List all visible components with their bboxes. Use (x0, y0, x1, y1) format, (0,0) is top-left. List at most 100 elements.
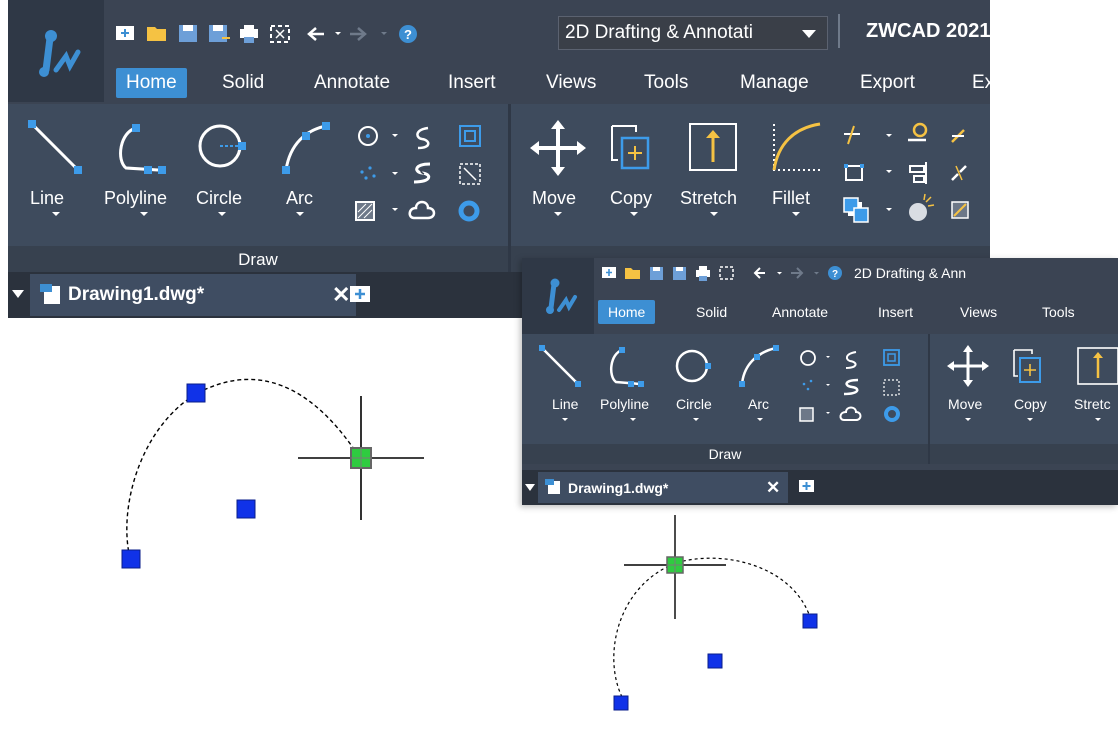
ellipse-tool-icon[interactable] (800, 350, 816, 366)
polyline-dropdown-icon[interactable] (630, 418, 636, 421)
rectangle-tool-icon[interactable] (844, 164, 864, 181)
undo-dropdown-icon[interactable] (777, 272, 782, 275)
move-tool-icon[interactable] (530, 120, 586, 176)
polyline-dropdown-icon[interactable] (140, 212, 148, 216)
tab-manage[interactable]: Manage (740, 72, 809, 94)
arc-dropdown-icon[interactable] (757, 418, 763, 421)
move-tool-label[interactable]: Move (532, 188, 576, 209)
app-logo[interactable] (522, 258, 594, 334)
save-icon[interactable] (179, 25, 197, 42)
line-tool-label[interactable]: Line (552, 396, 578, 412)
workspace-select[interactable]: 2D Drafting & Ann (850, 262, 1118, 284)
new-tab-icon[interactable] (348, 284, 376, 308)
circle-tool-label[interactable]: Circle (196, 188, 242, 209)
close-tab-icon[interactable]: ✕ (766, 478, 780, 498)
tab-list-dropdown-icon[interactable] (10, 286, 30, 306)
ellipse-tool-icon[interactable] (358, 126, 378, 146)
circle-tool-icon[interactable] (675, 349, 711, 383)
tab-tools[interactable]: Tools (1042, 304, 1075, 320)
copy-dropdown-icon[interactable] (630, 212, 638, 216)
polyline-tool-label[interactable]: Polyline (600, 396, 649, 412)
arc-tool-label[interactable]: Arc (286, 188, 313, 209)
move-tool-label[interactable]: Move (948, 396, 982, 412)
print-icon[interactable] (240, 25, 258, 43)
move-dropdown-icon[interactable] (965, 418, 971, 421)
circle-dropdown-icon[interactable] (693, 418, 699, 421)
save-icon[interactable] (650, 267, 663, 280)
ellipse-dropdown-icon[interactable] (826, 356, 830, 358)
plot-preview-icon[interactable] (719, 266, 734, 280)
tab-list-dropdown-icon[interactable] (524, 481, 538, 495)
point-dropdown-icon[interactable] (826, 384, 830, 386)
stretch-dropdown-icon[interactable] (1095, 418, 1101, 421)
tab-views[interactable]: Views (960, 304, 997, 320)
tab-solid[interactable]: Solid (222, 72, 264, 94)
fillet-tool-icon[interactable] (772, 122, 821, 171)
circle-dropdown-icon[interactable] (218, 212, 226, 216)
workspace-select[interactable]: 2D Drafting & Annotati (558, 16, 828, 50)
point-tool-icon[interactable] (360, 166, 376, 180)
circle-tool-icon[interactable] (198, 124, 246, 168)
tab-tools[interactable]: Tools (644, 72, 688, 94)
stretch-dropdown-icon[interactable] (710, 212, 718, 216)
region-tool-icon[interactable] (883, 349, 900, 366)
draw-panel-title-bar[interactable]: Draw (522, 444, 928, 464)
tab-insert[interactable]: Insert (448, 72, 496, 94)
open-folder-icon[interactable] (625, 268, 640, 279)
wipeout-tool-icon[interactable] (883, 379, 900, 396)
grip-point[interactable] (121, 549, 141, 569)
trim-dropdown-icon[interactable] (886, 134, 892, 137)
grip-point[interactable] (186, 383, 206, 403)
plot-preview-icon[interactable] (270, 25, 290, 43)
help-icon[interactable]: ? (828, 266, 842, 280)
tab-express[interactable]: Ex (972, 72, 990, 94)
tab-home[interactable]: Home (116, 68, 187, 98)
ellipse-dropdown-icon[interactable] (392, 134, 398, 137)
workspace-chevron-down-icon[interactable] (800, 26, 820, 46)
app-logo[interactable] (8, 0, 104, 102)
tab-home[interactable]: Home (598, 300, 656, 324)
drawing-canvas-main[interactable] (0, 318, 520, 738)
redo-dropdown-icon[interactable] (814, 272, 819, 275)
redo-icon[interactable] (791, 267, 804, 279)
point-tool-icon[interactable] (802, 379, 813, 391)
tab-insert[interactable]: Insert (878, 304, 913, 320)
point-dropdown-icon[interactable] (392, 172, 398, 175)
tab-export[interactable]: Export (860, 72, 915, 94)
copy-tool-icon[interactable] (1013, 349, 1041, 383)
fillet-tool-label[interactable]: Fillet (772, 188, 810, 209)
stretch-tool-label[interactable]: Stretc (1074, 396, 1111, 412)
arc-dropdown-icon[interactable] (296, 212, 304, 216)
help-icon[interactable]: ? (399, 25, 417, 43)
tab-annotate[interactable]: Annotate (772, 304, 828, 320)
new-tab-icon[interactable] (798, 479, 820, 497)
undo-dropdown-icon[interactable] (335, 32, 341, 35)
redo-icon[interactable] (350, 27, 367, 41)
stretch-tool-label[interactable]: Stretch (680, 188, 737, 209)
wipeout-tool-icon[interactable] (459, 163, 481, 185)
move-dropdown-icon[interactable] (554, 212, 562, 216)
line-dropdown-icon[interactable] (562, 418, 568, 421)
line-dropdown-icon[interactable] (52, 212, 60, 216)
stretch-tool-icon[interactable] (1077, 347, 1118, 385)
arc-tool-icon[interactable] (282, 122, 330, 174)
arc-tool-label[interactable]: Arc (748, 396, 769, 412)
grip-point-center[interactable] (236, 499, 256, 519)
rotate-angle-tool-icon[interactable] (951, 129, 965, 143)
polyline-tool-icon[interactable] (609, 347, 644, 387)
copy-tool-icon[interactable] (611, 125, 650, 170)
tab-views[interactable]: Views (546, 72, 596, 94)
grip-point-center[interactable] (707, 653, 723, 669)
open-folder-icon[interactable] (147, 27, 166, 41)
save-as-icon[interactable] (209, 25, 230, 42)
modify-panel-title-bar[interactable] (930, 444, 1118, 464)
document-tab[interactable]: Drawing1.dwg* ✕ (538, 472, 788, 503)
draw-panel-title-bar[interactable]: Draw (8, 246, 508, 272)
align-tool-icon[interactable] (909, 162, 927, 184)
arc-tool-icon[interactable] (739, 345, 779, 387)
copy-dropdown-icon[interactable] (1027, 418, 1033, 421)
document-tab[interactable]: Drawing1.dwg* ✕ (30, 274, 356, 316)
new-file-icon[interactable] (602, 267, 616, 278)
polyline-tool-label[interactable]: Polyline (104, 188, 167, 209)
spline-tool-icon[interactable] (416, 126, 430, 150)
